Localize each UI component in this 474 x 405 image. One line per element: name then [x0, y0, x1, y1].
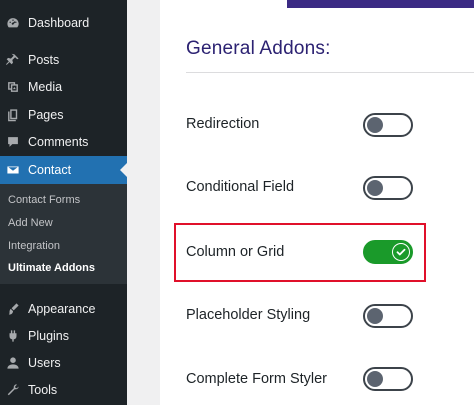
media-icon — [6, 80, 20, 94]
menu-item-media[interactable]: Media — [0, 73, 127, 101]
toggle-redirection[interactable] — [363, 113, 413, 137]
menu-label: Plugins — [28, 329, 69, 343]
menu-label: Posts — [28, 53, 60, 67]
menu-item-appearance[interactable]: Appearance — [0, 295, 127, 323]
section-title: General Addons: — [186, 38, 331, 59]
settings-panel — [160, 0, 474, 405]
panel-top-bar — [287, 0, 474, 8]
brush-icon — [6, 302, 20, 316]
addon-label-redirection: Redirection — [186, 116, 260, 132]
pages-icon — [6, 108, 20, 122]
active-menu-arrow — [120, 163, 127, 177]
menu-label: Media — [28, 80, 63, 94]
addon-label-complete-form-styler: Complete Form Styler — [186, 371, 328, 387]
submenu-ultimate-addons[interactable]: Ultimate Addons — [8, 262, 95, 274]
menu-item-contact[interactable]: Contact — [0, 156, 127, 184]
addon-label-placeholder-styling: Placeholder Styling — [186, 307, 311, 323]
menu-label: Contact — [28, 163, 72, 177]
menu-label: Pages — [28, 108, 64, 122]
menu-item-pages[interactable]: Pages — [0, 101, 127, 129]
menu-label: Users — [28, 356, 61, 370]
menu-item-dashboard[interactable]: Dashboard — [0, 9, 127, 37]
menu-label: Appearance — [28, 302, 96, 316]
toggle-conditional-field[interactable] — [363, 176, 413, 200]
user-icon — [6, 356, 20, 370]
comment-icon — [6, 135, 20, 149]
envelope-icon — [6, 163, 20, 177]
menu-label: Tools — [28, 383, 58, 397]
menu-item-users[interactable]: Users — [0, 349, 127, 377]
menu-item-plugins[interactable]: Plugins — [0, 322, 127, 350]
plugin-icon — [6, 329, 20, 343]
addon-label-conditional-field: Conditional Field — [186, 179, 295, 195]
submenu-add-new[interactable]: Add New — [8, 217, 53, 229]
pin-icon — [6, 53, 20, 67]
toggle-complete-form-styler[interactable] — [363, 367, 413, 391]
menu-item-tools[interactable]: Tools — [0, 376, 127, 404]
submenu-contact-forms[interactable]: Contact Forms — [8, 194, 80, 206]
submenu-integration[interactable]: Integration — [8, 240, 60, 252]
highlight-box — [174, 223, 426, 282]
menu-item-comments[interactable]: Comments — [0, 128, 127, 156]
title-divider — [186, 72, 474, 73]
dashboard-icon — [6, 16, 20, 30]
toggle-knob — [367, 308, 383, 324]
toggle-knob — [367, 371, 383, 387]
toggle-knob — [367, 117, 383, 133]
toggle-knob — [367, 180, 383, 196]
wrench-icon — [6, 383, 20, 397]
menu-label: Dashboard — [28, 16, 90, 30]
admin-sidebar: Dashboard Posts Media Pages Comments Con… — [0, 0, 127, 405]
toggle-placeholder-styling[interactable] — [363, 304, 413, 328]
content-gutter — [127, 0, 160, 405]
menu-item-posts[interactable]: Posts — [0, 46, 127, 74]
contact-submenu: Contact Forms Add New Integration Ultima… — [0, 184, 127, 284]
menu-label: Comments — [28, 135, 89, 149]
